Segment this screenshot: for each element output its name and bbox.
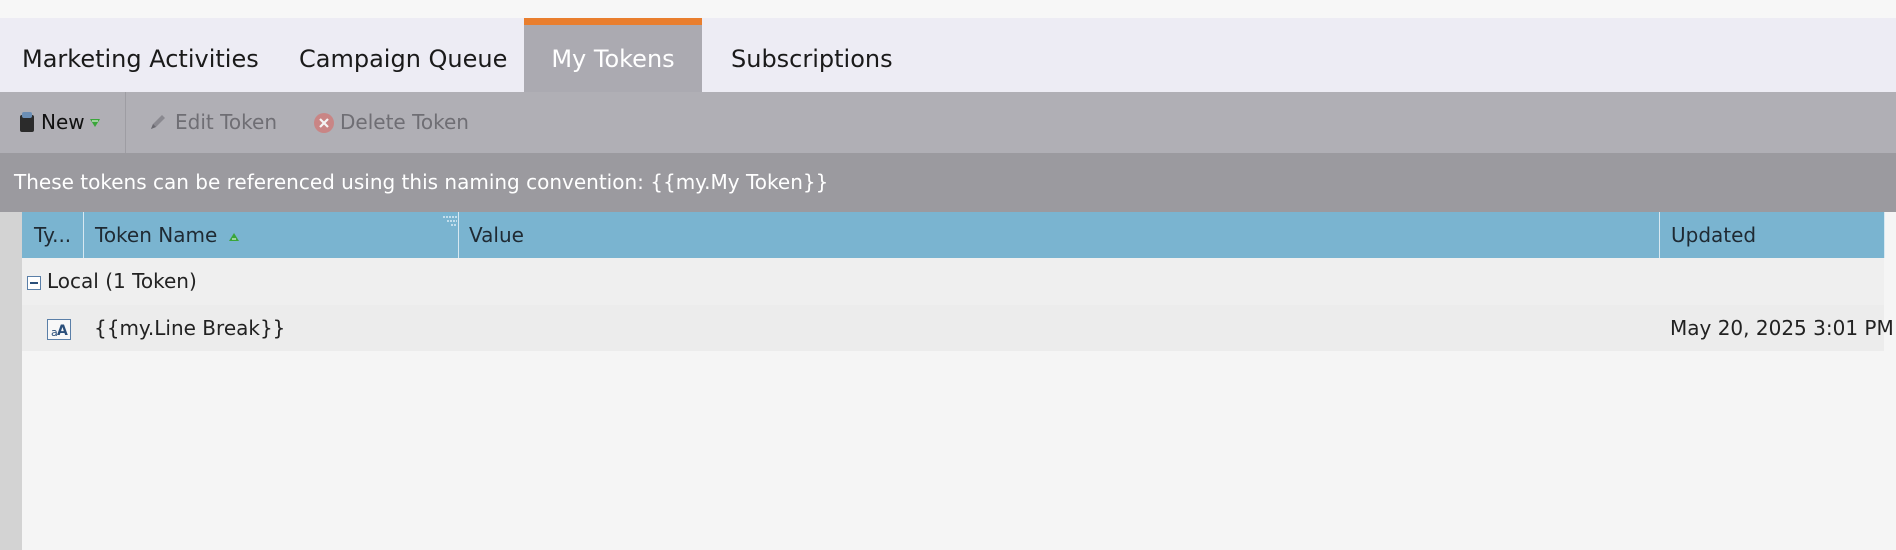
delete-token-label: Delete Token xyxy=(340,110,469,134)
toolbar xyxy=(0,92,1896,153)
top-strip xyxy=(0,0,1896,18)
updated-cell: May 20, 2025 3:01 PM xyxy=(1670,316,1894,340)
new-document-icon xyxy=(20,112,34,132)
naming-convention-info: These tokens can be referenced using thi… xyxy=(0,153,1896,212)
tab-campaign-queue[interactable]: Campaign Queue xyxy=(299,18,507,92)
toolbar-divider xyxy=(125,92,126,153)
column-divider xyxy=(1884,212,1885,258)
group-row-local[interactable] xyxy=(22,258,1884,305)
dropdown-arrow-icon xyxy=(90,119,100,127)
tab-marketing-activities[interactable]: Marketing Activities xyxy=(22,18,259,92)
column-header-value[interactable]: Value xyxy=(469,212,524,258)
edit-token-button[interactable]: Edit Token xyxy=(148,92,277,153)
sort-ascending-icon xyxy=(228,232,239,241)
column-header-type[interactable]: Ty... xyxy=(34,212,71,258)
new-button-label: New xyxy=(41,110,85,134)
tab-bar: Marketing Activities Campaign Queue My T… xyxy=(0,18,1896,92)
table-row[interactable] xyxy=(22,305,1884,351)
tab-my-tokens[interactable]: My Tokens xyxy=(524,18,702,92)
column-divider xyxy=(458,212,459,258)
column-divider xyxy=(83,212,84,258)
tab-subscriptions[interactable]: Subscriptions xyxy=(731,18,893,92)
text-token-icon: a A xyxy=(47,319,71,340)
column-menu-icon[interactable] xyxy=(442,215,458,227)
column-header-updated[interactable]: Updated xyxy=(1671,212,1756,258)
group-label: Local (1 Token) xyxy=(47,269,197,293)
svg-text:A: A xyxy=(57,323,68,339)
grid-header xyxy=(22,212,1884,258)
column-divider xyxy=(1659,212,1660,258)
column-header-token-name[interactable]: Token Name xyxy=(95,212,240,258)
column-header-token-name-label: Token Name xyxy=(95,223,218,247)
delete-x-icon xyxy=(314,113,334,133)
edit-token-label: Edit Token xyxy=(175,110,277,134)
delete-token-button[interactable]: Delete Token xyxy=(313,92,469,153)
new-button[interactable]: New xyxy=(17,92,100,153)
collapse-toggle-icon[interactable] xyxy=(27,276,41,290)
left-gutter xyxy=(0,212,22,550)
token-name-cell: {{my.Line Break}} xyxy=(94,316,286,340)
pencil-icon xyxy=(151,115,165,129)
